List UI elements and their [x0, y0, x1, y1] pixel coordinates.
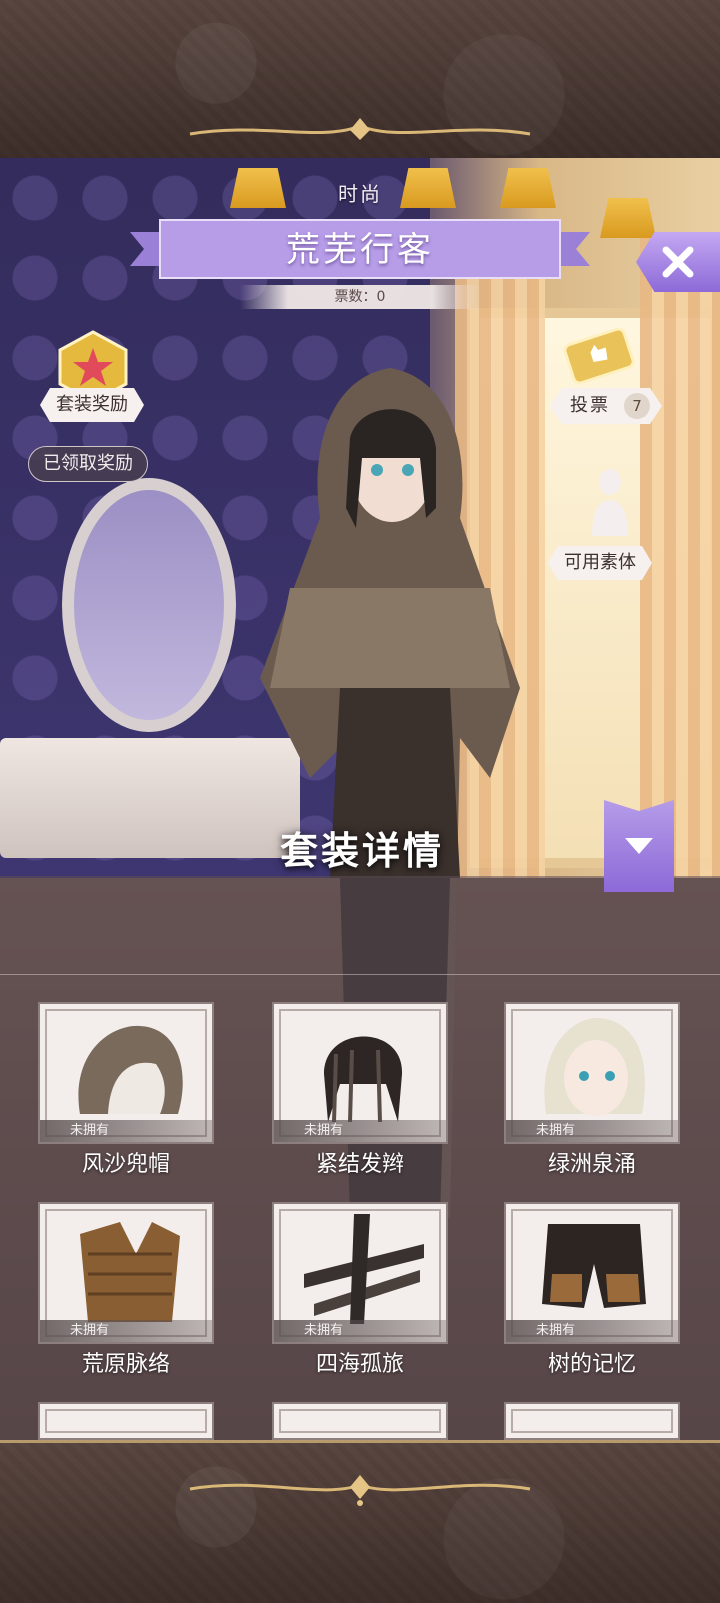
- divider: [0, 974, 720, 975]
- top-ornament-icon: [189, 118, 531, 140]
- item-card-top[interactable]: 未拥有: [38, 1202, 214, 1344]
- ownership-status: 未拥有: [274, 1320, 446, 1342]
- item-card-partial[interactable]: [504, 1402, 680, 1440]
- item-name: 荒原脉络: [81, 1352, 170, 1377]
- top-frame: [0, 0, 720, 161]
- available-body-button[interactable]: 可用素体: [548, 546, 652, 580]
- item-card-shorts[interactable]: 未拥有: [504, 1202, 680, 1344]
- vote-button-label: 投票: [570, 395, 610, 416]
- vote-total: 票数：0: [240, 285, 480, 309]
- item-name: 风沙兜帽: [81, 1152, 170, 1177]
- item-card-hood[interactable]: 未拥有: [38, 1002, 214, 1144]
- item-card-braids[interactable]: 未拥有: [272, 1002, 448, 1144]
- mannequin-icon[interactable]: [584, 466, 636, 536]
- vote-ticket-icon[interactable]: [562, 326, 636, 386]
- item-name: 紧结发辫: [315, 1152, 404, 1177]
- item-card-face[interactable]: 未拥有: [504, 1002, 680, 1144]
- face-icon: [544, 1018, 645, 1116]
- item-name: 绿洲泉涌: [547, 1152, 636, 1177]
- wrap-straps-icon: [304, 1214, 424, 1324]
- close-icon: [662, 246, 694, 278]
- item-card-partial[interactable]: [272, 1402, 448, 1440]
- ownership-status: 未拥有: [274, 1120, 446, 1142]
- suit-details-title: 套装详情: [280, 828, 445, 873]
- chevron-down-icon: [625, 838, 653, 854]
- hood-icon: [78, 1025, 183, 1114]
- shorts-icon: [542, 1224, 646, 1308]
- vanity-mirror: [62, 478, 236, 732]
- ownership-status: 未拥有: [40, 1320, 212, 1342]
- item-name: 树的记忆: [547, 1352, 636, 1377]
- ownership-status: 未拥有: [506, 1120, 678, 1142]
- bottom-frame: [0, 1440, 720, 1603]
- item-card-partial[interactable]: [38, 1402, 214, 1440]
- vote-button[interactable]: 投票 7: [550, 388, 662, 424]
- collapse-details-button[interactable]: [604, 800, 674, 892]
- claimed-reward-status: 已领取奖励: [28, 446, 148, 482]
- item-card-wraps[interactable]: 未拥有: [272, 1202, 448, 1344]
- ownership-status: 未拥有: [40, 1120, 212, 1142]
- suit-reward-button[interactable]: 套装奖励: [40, 388, 144, 422]
- braids-icon: [324, 1036, 403, 1123]
- outfit-title: 荒芜行客: [286, 230, 434, 270]
- ownership-status: 未拥有: [506, 1320, 678, 1342]
- item-name: 四海孤旅: [315, 1352, 404, 1377]
- category-label: 时尚: [338, 182, 382, 206]
- vest-icon: [80, 1222, 180, 1322]
- bottom-ornament-icon: [189, 1475, 531, 1506]
- vote-count-badge: 7: [624, 393, 650, 419]
